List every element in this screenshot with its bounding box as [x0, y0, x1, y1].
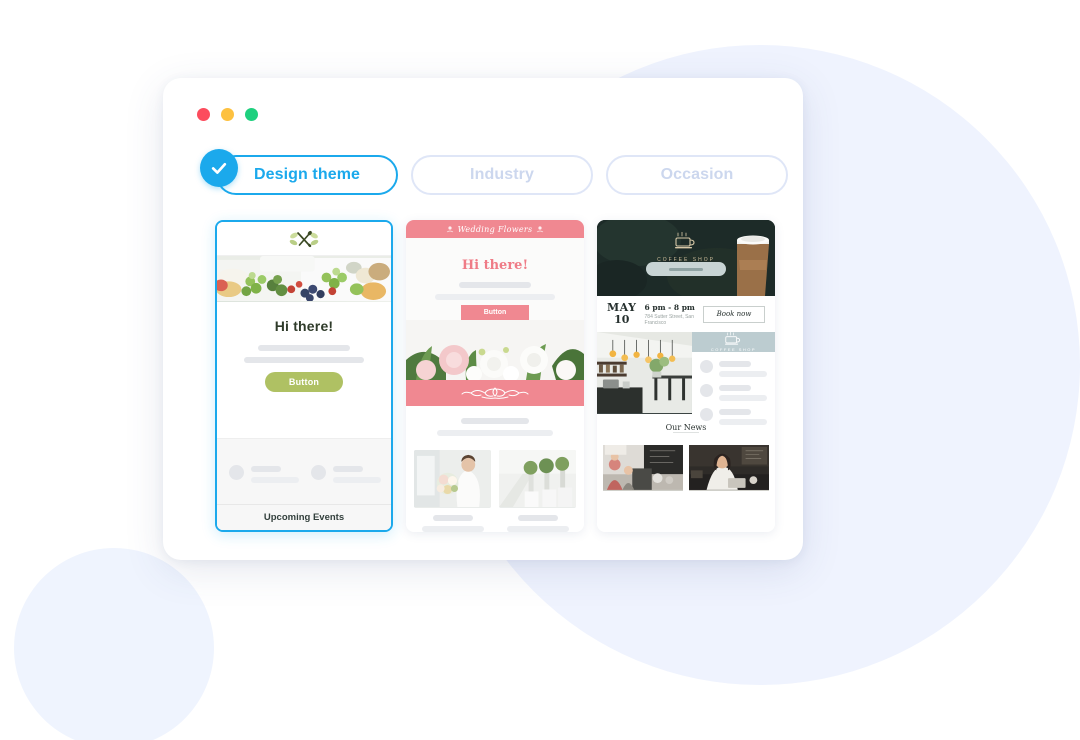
- check-circle-icon: [211, 162, 227, 174]
- browser-window: Design theme Industry Occasion Hi there!…: [163, 78, 803, 560]
- wedding-heading: Hi there!: [461, 258, 529, 273]
- news-item: [689, 445, 769, 491]
- footer-item: [229, 465, 299, 483]
- event-date: MAY 10: [607, 302, 637, 325]
- wedding-divider-banner: [406, 380, 584, 406]
- food-photo: [217, 256, 391, 301]
- restaurant-heading: Hi there!: [274, 318, 334, 334]
- coffee-news-gallery: [597, 439, 775, 491]
- bride-photo: [414, 450, 491, 508]
- avatar-placeholder: [229, 465, 244, 480]
- window-controls: [197, 108, 258, 121]
- event-details: 6 pm - 8 pm 784 Sutter Street, San Franc…: [645, 303, 695, 326]
- coffee-cup-icon: [725, 332, 741, 345]
- wedding-body-placeholder: [406, 406, 584, 436]
- coffee-event-row: MAY 10 6 pm - 8 pm 784 Sutter Street, Sa…: [597, 296, 775, 332]
- floral-ornament-icon: [461, 387, 529, 399]
- wedding-gallery: [406, 442, 584, 532]
- event-day: 10: [614, 313, 630, 326]
- wedding-gallery-item: [414, 450, 491, 532]
- book-now-button[interactable]: Book now: [703, 305, 765, 323]
- flowers-photo: [406, 320, 584, 380]
- list-item: [700, 360, 767, 377]
- wedding-banner: Wedding Flowers: [406, 220, 584, 238]
- restaurant-hero-image: [217, 256, 391, 302]
- minimize-button[interactable]: [221, 108, 234, 121]
- filter-tabs: Design theme Industry Occasion: [216, 155, 788, 195]
- floral-sprig-icon: [537, 226, 544, 233]
- fork-spoon-icon: [289, 230, 319, 247]
- coffee-hero: COFFEE SHOP: [597, 220, 775, 296]
- list-item: [700, 408, 767, 425]
- template-card-wedding-flowers[interactable]: Wedding Flowers Hi there! Button: [406, 220, 584, 532]
- coffee-logo: COFFEE SHOP: [597, 231, 775, 263]
- event-address: 784 Sutter Street, San Francisco: [644, 313, 694, 326]
- template-gallery: Hi there! Button Upcoming Events Wedding…: [215, 220, 775, 532]
- maximize-button[interactable]: [245, 108, 258, 121]
- tab-occasion-label: Occasion: [660, 166, 734, 183]
- news-heading-rule: [673, 432, 699, 433]
- restaurant-cta-button[interactable]: Button: [265, 372, 343, 392]
- ceremony-photo: [499, 450, 576, 508]
- template-card-coffee-shop[interactable]: COFFEE SHOP MAY 10 6 pm - 8 pm 784 Sutte…: [597, 220, 775, 532]
- button-label-placeholder: [669, 267, 703, 271]
- cafe-interior-photo: [597, 332, 692, 414]
- template-card-restaurant[interactable]: Hi there! Button Upcoming Events: [215, 220, 393, 532]
- tab-industry[interactable]: Industry: [411, 155, 593, 195]
- restaurant-text-placeholder: [244, 345, 364, 363]
- tab-industry-label: Industry: [470, 166, 534, 183]
- restaurant-upcoming-events-label: Upcoming Events: [217, 504, 391, 530]
- news-item: [603, 445, 683, 491]
- list-item-icon: [700, 384, 713, 397]
- restaurant-footer: Upcoming Events: [217, 438, 391, 530]
- coffee-mid-section: COFFEE SHOP: [597, 332, 775, 425]
- wedding-text-placeholder: [406, 282, 584, 306]
- tab-occasion[interactable]: Occasion: [606, 155, 788, 195]
- cafe-photo: [597, 332, 692, 414]
- coffee-cup-icon: [675, 231, 695, 249]
- list-item-icon: [700, 360, 713, 373]
- barista-photo: [603, 445, 683, 490]
- avatar-placeholder: [311, 465, 326, 480]
- coffee-feature-list: [692, 352, 775, 425]
- background-circle-small: [14, 548, 214, 740]
- list-item: [700, 384, 767, 401]
- screenshot-canvas: Design theme Industry Occasion Hi there!…: [0, 0, 1080, 740]
- event-time: 6 pm - 8 pm: [644, 302, 695, 312]
- footer-item: [311, 465, 381, 483]
- coffee-badge: COFFEE SHOP: [692, 332, 775, 352]
- list-item-icon: [700, 408, 713, 421]
- floral-sprig-icon: [446, 226, 453, 233]
- coffee-hero-button[interactable]: [646, 262, 726, 276]
- tab-design-theme-label: Design theme: [253, 166, 361, 183]
- news-heading-text: Our News: [665, 423, 707, 432]
- wedding-cta-button[interactable]: Button: [461, 305, 529, 320]
- selected-check-badge[interactable]: [200, 149, 238, 187]
- close-button[interactable]: [197, 108, 210, 121]
- tab-design-theme[interactable]: Design theme: [216, 155, 398, 195]
- customer-photo: [689, 445, 769, 490]
- restaurant-logo-header: [217, 222, 391, 256]
- wedding-flowers-photo: [406, 320, 584, 380]
- wedding-banner-title: Wedding Flowers: [457, 224, 533, 234]
- wedding-hero: Hi there! Button: [406, 238, 584, 380]
- wedding-gallery-item: [499, 450, 576, 532]
